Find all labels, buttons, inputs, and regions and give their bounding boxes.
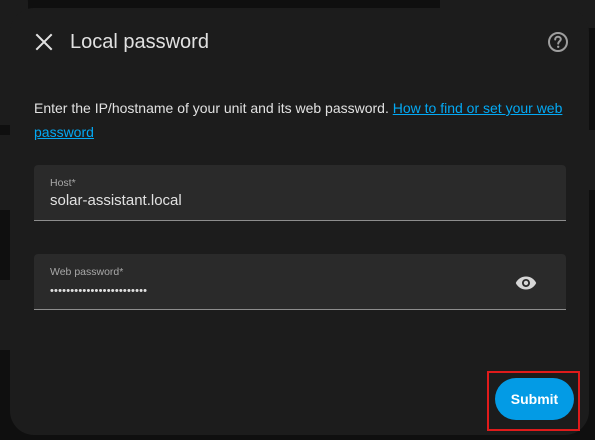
web-password-field-label: Web password* (50, 266, 124, 278)
help-circle-icon (548, 32, 568, 52)
description-text: Enter the IP/hostname of your unit and i… (34, 100, 393, 116)
close-icon (35, 33, 53, 51)
local-password-dialog: Local password Enter the IP/hostname of … (10, 8, 589, 435)
web-password-input[interactable]: •••••••••••••••••••••••• (50, 281, 490, 301)
eye-icon (515, 276, 537, 290)
dialog-description: Enter the IP/hostname of your unit and i… (34, 96, 574, 144)
host-field[interactable]: Host* (34, 165, 566, 221)
web-password-field[interactable]: Web password* •••••••••••••••••••••••• (34, 254, 566, 310)
submit-button[interactable]: Submit (495, 378, 574, 420)
help-button[interactable] (546, 30, 570, 54)
dialog-title: Local password (70, 31, 209, 53)
host-input[interactable] (50, 191, 490, 211)
host-field-label: Host* (50, 177, 76, 189)
close-button[interactable] (32, 30, 56, 54)
show-password-toggle[interactable] (514, 271, 538, 295)
